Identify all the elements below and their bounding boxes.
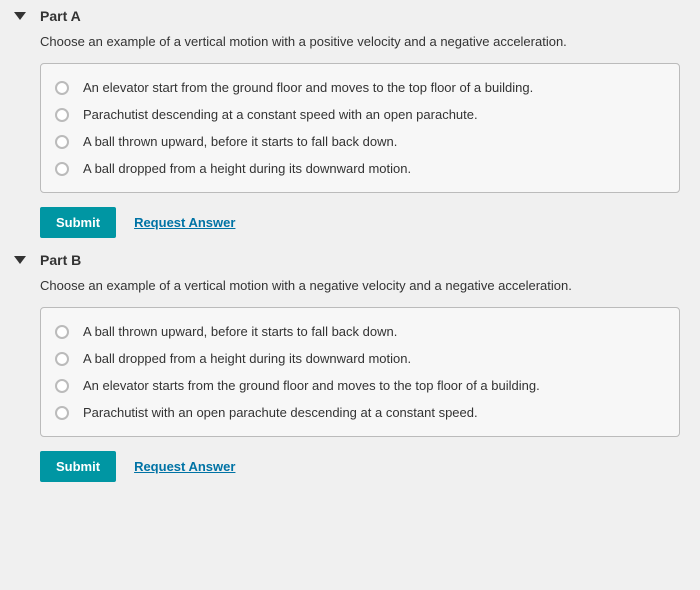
part-a-title: Part A: [40, 8, 81, 24]
part-a-prompt: Choose an example of a vertical motion w…: [40, 34, 680, 49]
option-label: An elevator starts from the ground floor…: [83, 378, 540, 393]
option-row[interactable]: An elevator start from the ground floor …: [55, 74, 665, 101]
part-b-section: Part B Choose an example of a vertical m…: [40, 252, 680, 482]
request-answer-link[interactable]: Request Answer: [134, 215, 235, 230]
option-label: A ball dropped from a height during its …: [83, 161, 411, 176]
part-b-title: Part B: [40, 252, 81, 268]
part-b-prompt: Choose an example of a vertical motion w…: [40, 278, 680, 293]
radio-icon[interactable]: [55, 352, 69, 366]
radio-icon[interactable]: [55, 81, 69, 95]
part-b-actions: Submit Request Answer: [40, 451, 680, 482]
option-row[interactable]: A ball thrown upward, before it starts t…: [55, 128, 665, 155]
part-a-actions: Submit Request Answer: [40, 207, 680, 238]
option-label: A ball dropped from a height during its …: [83, 351, 411, 366]
quiz-container: Part A Choose an example of a vertical m…: [0, 0, 700, 590]
part-b-header[interactable]: Part B: [40, 252, 680, 268]
collapse-icon: [14, 12, 26, 20]
radio-icon[interactable]: [55, 325, 69, 339]
option-row[interactable]: Parachutist with an open parachute desce…: [55, 399, 665, 426]
radio-icon[interactable]: [55, 162, 69, 176]
request-answer-link[interactable]: Request Answer: [134, 459, 235, 474]
part-a-options: An elevator start from the ground floor …: [40, 63, 680, 193]
submit-button[interactable]: Submit: [40, 451, 116, 482]
option-label: Parachutist descending at a constant spe…: [83, 107, 478, 122]
part-a-section: Part A Choose an example of a vertical m…: [40, 8, 680, 238]
radio-icon[interactable]: [55, 135, 69, 149]
option-label: A ball thrown upward, before it starts t…: [83, 324, 397, 339]
option-label: A ball thrown upward, before it starts t…: [83, 134, 397, 149]
option-row[interactable]: A ball dropped from a height during its …: [55, 155, 665, 182]
collapse-icon: [14, 256, 26, 264]
submit-button[interactable]: Submit: [40, 207, 116, 238]
option-row[interactable]: An elevator starts from the ground floor…: [55, 372, 665, 399]
option-row[interactable]: Parachutist descending at a constant spe…: [55, 101, 665, 128]
option-label: Parachutist with an open parachute desce…: [83, 405, 478, 420]
option-label: An elevator start from the ground floor …: [83, 80, 533, 95]
option-row[interactable]: A ball thrown upward, before it starts t…: [55, 318, 665, 345]
radio-icon[interactable]: [55, 379, 69, 393]
part-b-options: A ball thrown upward, before it starts t…: [40, 307, 680, 437]
part-a-header[interactable]: Part A: [40, 8, 680, 24]
radio-icon[interactable]: [55, 406, 69, 420]
option-row[interactable]: A ball dropped from a height during its …: [55, 345, 665, 372]
radio-icon[interactable]: [55, 108, 69, 122]
